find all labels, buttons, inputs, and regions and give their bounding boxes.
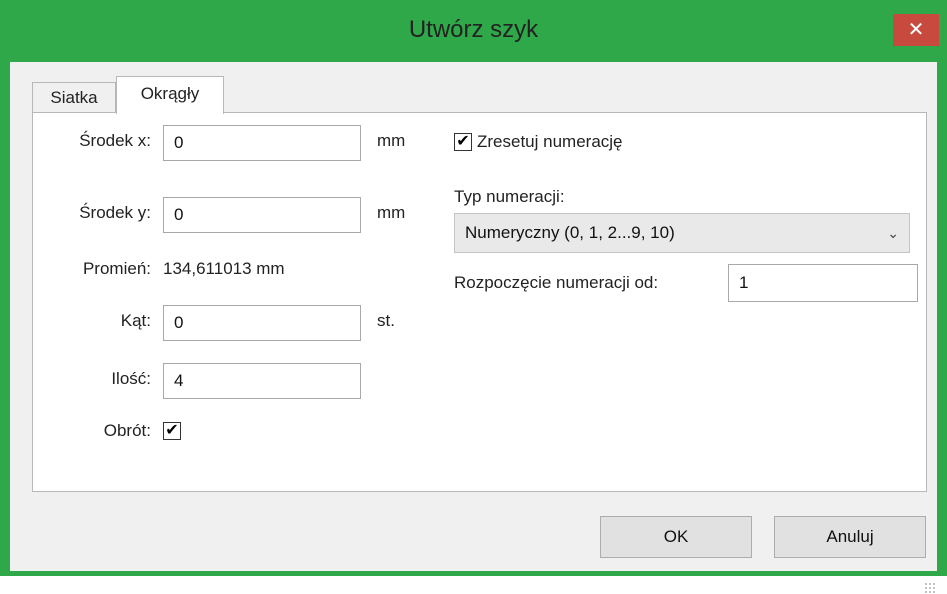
center-x-input[interactable]: [163, 125, 361, 161]
numbering-type-select[interactable]: Numeryczny (0, 1, 2...9, 10) ⌄: [454, 213, 910, 253]
center-y-unit: mm: [377, 203, 406, 222]
tab-panel-circular: Środek x: mm Środek y: mm Promień: 134,6…: [32, 112, 927, 492]
count-input[interactable]: [163, 363, 361, 399]
radius-label: Promień:: [82, 259, 151, 278]
rotation-checkbox[interactable]: ✔: [163, 422, 181, 440]
tab-grid[interactable]: Siatka: [32, 82, 116, 112]
numbering-type-value: Numeryczny (0, 1, 2...9, 10): [465, 223, 675, 242]
ok-button[interactable]: OK: [600, 516, 752, 558]
center-x-unit: mm: [377, 131, 406, 150]
close-button[interactable]: ✕: [893, 14, 939, 46]
start-number-input[interactable]: [728, 264, 918, 302]
resize-grip[interactable]: [924, 582, 936, 594]
angle-unit: st.: [377, 311, 395, 330]
angle-input[interactable]: [163, 305, 361, 341]
cancel-button[interactable]: Anuluj: [774, 516, 926, 558]
reset-numbering-checkbox[interactable]: ✔: [454, 133, 472, 151]
reset-numbering-label[interactable]: Zresetuj numerację: [477, 132, 623, 152]
tab-circular[interactable]: Okrągły: [116, 76, 224, 114]
dialog-client-area: Siatka Okrągły Środek x: mm Środek y: mm…: [10, 62, 937, 594]
count-label: Ilość:: [111, 369, 151, 388]
title-bar[interactable]: Utwórz szyk ✕: [0, 0, 947, 62]
dialog-window: Utwórz szyk ✕ Siatka Okrągły Środek x: m…: [0, 0, 947, 594]
center-y-label: Środek y:: [79, 203, 151, 222]
center-x-label: Środek x:: [79, 131, 151, 150]
rotation-label: Obrót:: [103, 421, 151, 440]
radius-value: 134,611013 mm: [163, 259, 285, 278]
numbering-type-label: Typ numeracji:: [454, 187, 565, 206]
center-y-input[interactable]: [163, 197, 361, 233]
window-title: Utwórz szyk: [408, 16, 539, 43]
chevron-down-icon: ⌄: [887, 225, 899, 241]
angle-label: Kąt:: [120, 311, 151, 330]
start-number-label: Rozpoczęcie numeracji od:: [454, 273, 659, 292]
close-icon: ✕: [907, 19, 925, 41]
